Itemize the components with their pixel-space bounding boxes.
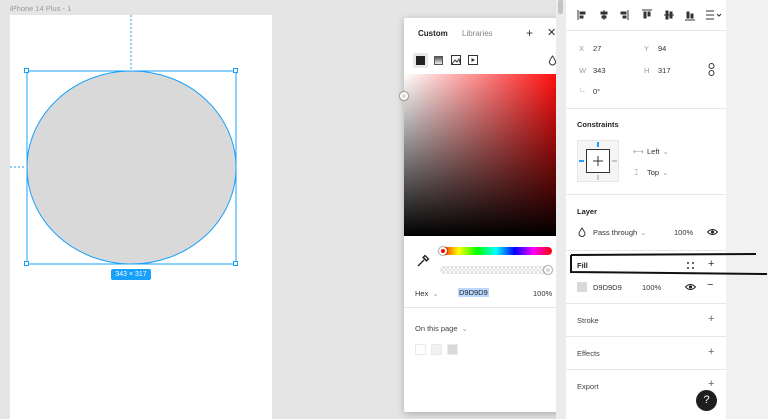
section-divider [566,303,726,304]
constraint-widget[interactable] [577,140,619,182]
horizontal-constraint-value: Left [647,147,660,156]
section-divider [566,336,726,337]
picker-opacity-input[interactable]: 100% [533,289,552,298]
align-right-icon [620,10,629,20]
fill-opacity-input[interactable]: 100% [642,283,661,292]
resize-handle-bottom-left[interactable] [24,261,29,266]
chevron-down-icon: ⌄ [432,289,439,298]
align-top-icon [642,9,652,19]
horizontal-constraint-select[interactable]: Left ⌄ [647,147,669,156]
export-title: Export [577,382,599,391]
constrain-proportions-icon[interactable] [707,63,716,76]
add-stroke-icon[interactable]: + [708,314,714,325]
section-divider [566,108,726,109]
selection-overlay [10,15,237,265]
on-this-page-label: On this page [415,324,458,333]
remove-fill-icon[interactable]: − [707,280,713,291]
distribute-icon [706,10,722,20]
color-format-label: Hex [415,289,429,298]
hue-slider-thumb[interactable] [439,247,447,255]
page-color-swatch[interactable] [431,344,442,355]
horizontal-constraint-icon: ⟷ [633,147,644,156]
section-divider [566,194,726,195]
h-label: H [644,66,650,75]
opacity-slider-thumb[interactable] [544,266,552,274]
saturation-value-area[interactable] [404,74,566,236]
alignment-toolbar [577,9,722,21]
rotation-input[interactable]: 0° [593,87,600,96]
page-color-swatch[interactable] [447,344,458,355]
video-fill-icon[interactable] [468,55,479,66]
vertical-constraint-select[interactable]: Top ⌄ [647,168,668,177]
x-input[interactable]: 27 [593,44,601,53]
eye-icon[interactable] [707,228,718,236]
panel-scroll-track[interactable] [556,0,566,419]
resize-handle-top-right[interactable] [233,68,238,73]
vertical-constraint-icon: ⌶ [634,168,639,177]
effects-title: Effects [577,349,600,358]
resize-handle-bottom-right[interactable] [233,261,238,266]
chevron-down-icon: ⌄ [662,147,669,156]
tab-libraries[interactable]: Libraries [462,29,493,38]
w-input[interactable]: 343 [593,66,606,75]
color-format-select[interactable]: Hex ⌄ [415,289,439,298]
vertical-constraint-value: Top [647,168,660,177]
y-label: Y [644,44,650,53]
image-fill-icon[interactable] [451,55,462,66]
solid-fill-button[interactable] [413,53,428,68]
y-input[interactable]: 94 [658,44,666,53]
gradient-fill-icon[interactable] [434,56,443,65]
section-divider [566,30,726,31]
resize-handle-top-left[interactable] [24,68,29,73]
help-button[interactable]: ? [696,390,717,411]
panel-scroll-thumb[interactable] [558,0,563,14]
hex-input[interactable]: D9D9D9 [458,288,489,297]
blend-drop-icon [578,227,586,237]
rotation-icon: ∟ [579,87,586,94]
chevron-down-icon: ⌄ [662,168,669,177]
ellipse-shape[interactable] [26,70,237,265]
layer-title: Layer [577,207,598,216]
close-icon[interactable]: ✕ [547,26,556,39]
opacity-slider[interactable] [440,266,552,274]
page-color-swatch[interactable] [415,344,426,355]
size-badge: 343 × 317 [111,269,151,280]
color-picker-panel: Custom Libraries + ✕ Hex ⌄ D9D9D9 100% On… [400,18,566,412]
section-divider [566,369,726,370]
blend-mode-value: Pass through [593,228,638,237]
add-effect-icon[interactable]: + [708,347,714,358]
add-style-icon[interactable]: + [526,26,533,40]
blend-mode-select[interactable]: Pass through ⌄ [593,228,647,237]
chevron-down-icon: ⌄ [461,324,468,333]
hue-slider[interactable] [440,247,552,255]
x-label: X [579,44,585,53]
h-input[interactable]: 317 [658,66,671,75]
picker-divider [404,307,566,308]
align-left-icon [577,10,586,20]
w-label: W [579,66,587,75]
fill-hex-input[interactable]: D9D9D9 [593,283,622,292]
on-this-page-select[interactable]: On this page ⌄ [415,324,468,333]
fill-color-swatch[interactable] [577,282,587,292]
annotation-outline [570,253,768,275]
color-cursor[interactable] [400,92,408,100]
layer-opacity-input[interactable]: 100% [674,228,693,237]
align-vertical-center-icon [664,10,674,20]
eyedropper-icon[interactable] [416,254,430,268]
constraints-title: Constraints [577,120,619,129]
eye-icon[interactable] [685,283,696,291]
align-bottom-icon [685,11,695,21]
help-icon: ? [703,394,710,406]
add-export-icon[interactable]: + [708,379,714,390]
tab-custom[interactable]: Custom [418,29,448,38]
stroke-title: Stroke [577,316,599,325]
panel-edge [726,0,768,419]
chevron-down-icon: ⌄ [640,228,647,237]
align-horizontal-center-icon [600,10,608,20]
